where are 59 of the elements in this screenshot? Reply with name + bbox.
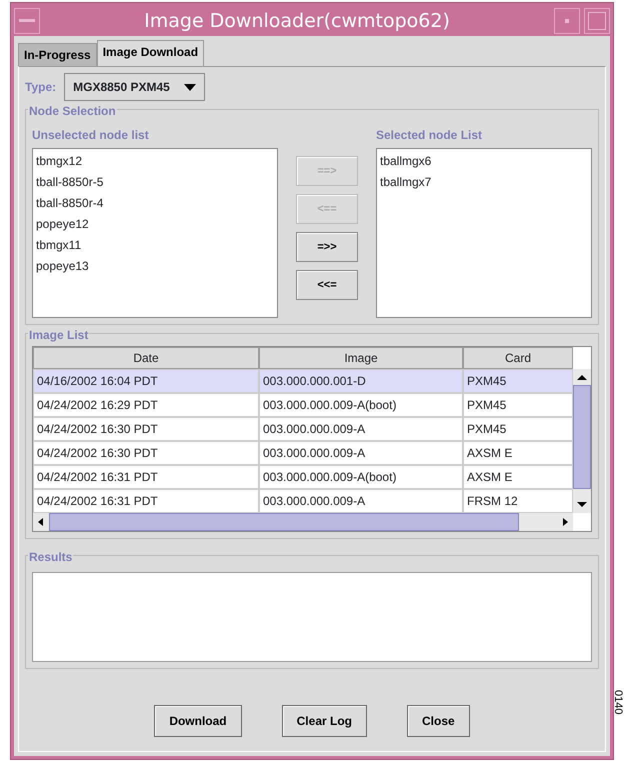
list-label: Selected node List xyxy=(376,127,484,144)
table-cell: PXM45 xyxy=(463,369,573,393)
column-header[interactable]: Date xyxy=(33,347,259,369)
dialog-button[interactable]: Download xyxy=(154,705,242,737)
table-cell: PXM45 xyxy=(463,393,573,417)
dropdown-arrow-icon xyxy=(184,84,196,90)
dialog-button[interactable]: Clear Log xyxy=(282,705,367,737)
table-cell: 003.000.000.001-D xyxy=(259,369,463,393)
table-cell: 003.000.000.009-A(boot) xyxy=(259,393,463,417)
figure-number: 0140 xyxy=(614,690,625,714)
table-cell: 04/16/2002 16:04 PDT xyxy=(33,369,259,393)
table-cell: AXSM E xyxy=(463,465,573,489)
vertical-scrollbar[interactable] xyxy=(573,369,591,513)
list-item[interactable]: tballmgx6 xyxy=(380,151,588,172)
table-cell: 04/24/2002 16:31 PDT xyxy=(33,465,259,489)
unselected-node-list[interactable]: tbmgx12 tball-8850r-5 tball-8850r-4 popeye12 tbmgx11 popeye13 xyxy=(32,148,278,318)
list-item[interactable]: tball-8850r-4 xyxy=(36,193,274,214)
table-row[interactable]: 04/16/2002 16:04 PDT 003.000.000.001-D PXM45 xyxy=(33,369,573,393)
table-cell: FRSM 12 xyxy=(463,489,573,513)
table-cell: 003.000.000.009-A xyxy=(259,417,463,441)
table-row[interactable]: 04/24/2002 16:30 PDT 003.000.000.009-A PXM45 xyxy=(33,417,573,441)
type-dropdown[interactable]: MGX8850 PXM45 xyxy=(64,73,205,101)
list-item[interactable]: popeye13 xyxy=(36,256,274,277)
table-cell: 003.000.000.009-A xyxy=(259,441,463,465)
table-cell: PXM45 xyxy=(463,417,573,441)
tab[interactable]: Image Download xyxy=(96,40,204,66)
table-cell: 04/24/2002 16:31 PDT xyxy=(33,489,259,513)
scrollbar-thumb[interactable] xyxy=(573,385,591,489)
minimize-button[interactable] xyxy=(554,8,580,34)
list-item[interactable]: tballmgx7 xyxy=(380,172,588,193)
table-row[interactable]: 04/24/2002 16:29 PDT 003.000.000.009-A(boot) PXM45 xyxy=(33,393,573,417)
table-cell: 003.000.000.009-A(boot) xyxy=(259,465,463,489)
list-label: Unselected node list xyxy=(32,127,150,144)
window-menu-button[interactable] xyxy=(14,8,40,34)
type-label: Type: xyxy=(25,79,56,96)
list-item[interactable]: tbmgx12 xyxy=(36,151,274,172)
window-title: Image Downloader(cwmtopo62) xyxy=(143,8,451,34)
list-item[interactable]: popeye12 xyxy=(36,214,274,235)
list-item[interactable]: tball-8850r-5 xyxy=(36,172,274,193)
selected-node-list[interactable]: tballmgx6 tballmgx7 xyxy=(376,148,592,318)
table-row[interactable]: 04/24/2002 16:31 PDT 003.000.000.009-A FRSM 12 xyxy=(33,489,573,513)
table-cell: 04/24/2002 16:29 PDT xyxy=(33,393,259,417)
column-header[interactable]: Image xyxy=(259,347,463,369)
transfer-button[interactable]: =>> xyxy=(296,232,358,262)
list-item[interactable]: tbmgx11 xyxy=(36,235,274,256)
table-cell: 003.000.000.009-A xyxy=(259,489,463,513)
table-cell: 04/24/2002 16:30 PDT xyxy=(33,441,259,465)
table-cell: 04/24/2002 16:30 PDT xyxy=(33,417,259,441)
minimize-icon xyxy=(565,19,569,23)
table-row[interactable]: 04/24/2002 16:30 PDT 003.000.000.009-A AXSM E xyxy=(33,441,573,465)
column-header[interactable]: Card xyxy=(463,347,573,369)
table-cell: AXSM E xyxy=(463,441,573,465)
table-row[interactable]: 04/24/2002 16:31 PDT 003.000.000.009-A(boot) AXSM E xyxy=(33,465,573,489)
maximize-button[interactable] xyxy=(584,8,610,34)
transfer-button[interactable]: <<= xyxy=(296,270,358,300)
maximize-icon xyxy=(588,12,606,30)
dialog-button[interactable]: Close xyxy=(406,705,470,737)
tab[interactable]: In-Progress xyxy=(18,43,97,66)
menu-icon xyxy=(19,19,35,23)
